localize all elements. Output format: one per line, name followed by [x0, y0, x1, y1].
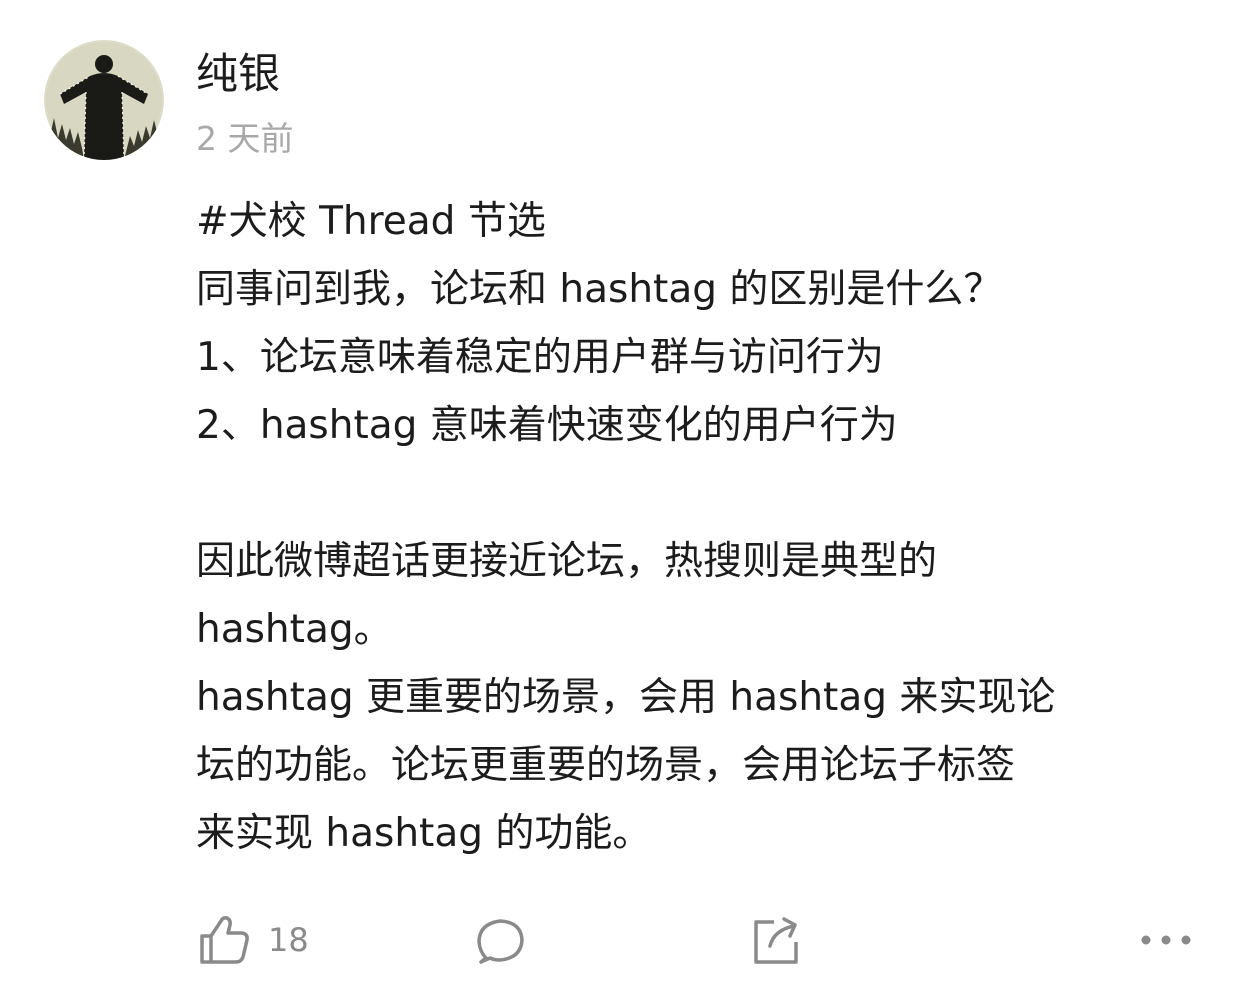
comment-bubble-icon — [472, 912, 528, 968]
post-content-line: 来实现 hashtag 的功能。 — [196, 811, 652, 856]
post-content-line: 1、论坛意味着稳定的用户群与访问行为 — [196, 335, 884, 380]
post-content-line: 同事问到我，论坛和 hashtag 的区别是什么？ — [196, 267, 1003, 312]
post-content: #犬校 Thread 节选 同事问到我，论坛和 hashtag 的区别是什么？ … — [196, 188, 1196, 868]
post-content-line: #犬校 Thread 节选 — [196, 199, 546, 244]
post-timestamp: 2 天前 — [196, 119, 294, 158]
avatar-image — [44, 40, 164, 160]
author-name[interactable]: 纯银 — [196, 48, 280, 100]
post-content-line: 因此微博超话更接近论坛，热搜则是典型的 — [196, 539, 938, 584]
action-bar: 18 — [0, 905, 1241, 975]
like-button[interactable]: 18 — [196, 905, 309, 975]
comment-button[interactable] — [472, 905, 528, 975]
post-content-line: 坛的功能。论坛更重要的场景，会用论坛子标签 — [196, 743, 1016, 788]
post-content-line: 2、hashtag 意味着快速变化的用户行为 — [196, 403, 898, 448]
post-content-blank-line — [196, 460, 1196, 528]
share-button[interactable] — [748, 905, 804, 975]
more-options-button[interactable] — [1138, 905, 1194, 975]
like-count: 18 — [268, 921, 309, 959]
post-content-line: hashtag。 — [196, 607, 393, 652]
more-dots-icon — [1138, 930, 1194, 950]
avatar[interactable] — [44, 40, 164, 160]
share-icon — [748, 912, 804, 968]
thumbs-up-icon — [196, 912, 252, 968]
post-content-line: hashtag 更重要的场景，会用 hashtag 来实现论 — [196, 675, 1056, 720]
